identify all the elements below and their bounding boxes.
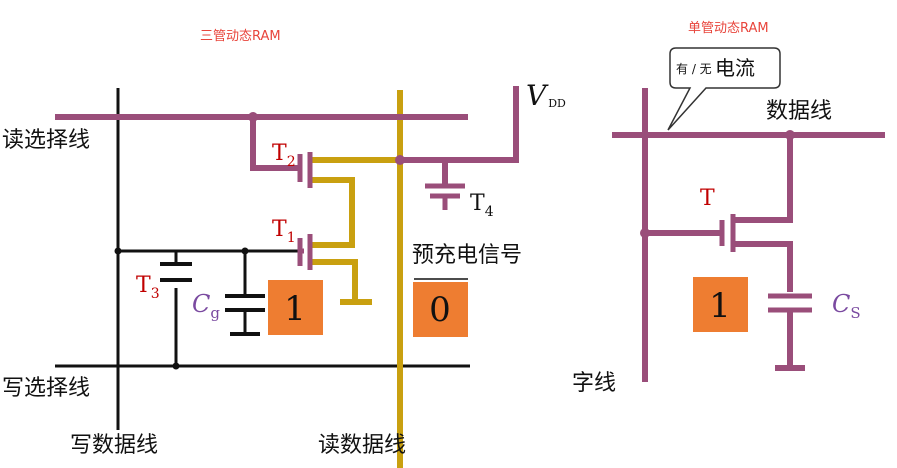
three-tube-title: 三管动态RAM: [200, 29, 281, 44]
t3-label: T3: [136, 273, 160, 302]
stored-value: 1: [284, 289, 306, 329]
single-tube-wires: [612, 88, 885, 382]
precharge-signal-label: 预充电信号: [412, 243, 522, 268]
data-line-label: 数据线: [766, 99, 832, 124]
t4-label: T4: [470, 191, 494, 220]
t2-transistor: [297, 152, 313, 188]
t4-transistor: [425, 183, 465, 210]
read-data-line-label: 读数据线: [318, 433, 406, 458]
t2-label: T2: [272, 141, 296, 170]
callout-small-text: 有 / 无: [676, 62, 712, 76]
black-wires: [55, 88, 470, 430]
word-line-label: 字线: [572, 371, 616, 396]
vdd-label: V DD: [526, 79, 566, 112]
cg-label: Cg: [192, 290, 220, 322]
t-label: T: [700, 186, 715, 211]
t3-transistor: [160, 262, 192, 282]
read-value: 0: [429, 290, 451, 330]
gold-wires: [310, 90, 403, 468]
cs-capacitor: [768, 293, 812, 313]
callout-big-text: 电流: [715, 56, 755, 80]
purple-wires: [55, 86, 519, 186]
t-transistor: [719, 214, 736, 252]
t1-label: T1: [272, 217, 296, 246]
single-tube-title: 单管动态RAM: [688, 21, 769, 36]
write-select-line-label: 写选择线: [2, 376, 90, 401]
single-stored-value: 1: [709, 286, 731, 326]
dram-diagram: 三管动态RAM 1 0 读选择线 写选择线 写数据线 读数据线 预充电信号 T2…: [2, 21, 885, 468]
read-select-line-label: 读选择线: [2, 128, 90, 153]
write-data-line-label: 写数据线: [70, 433, 158, 458]
t1-transistor: [297, 234, 313, 270]
cs-label: CS: [832, 290, 861, 322]
